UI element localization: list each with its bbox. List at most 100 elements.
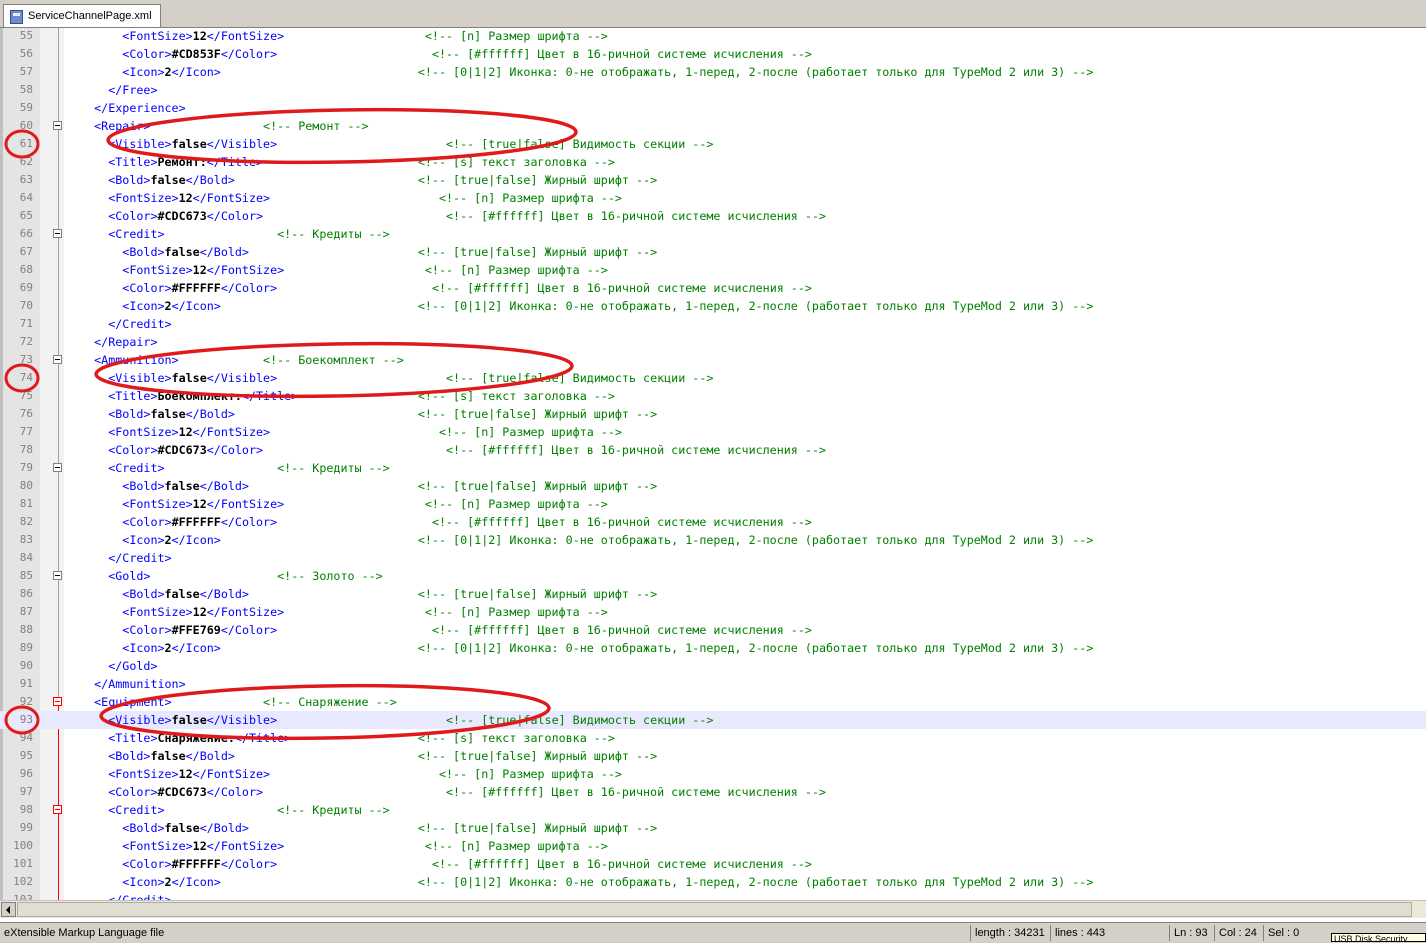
code-line[interactable]: 64 <FontSize>12</FontSize> <!-- [n] Разм…	[0, 189, 1426, 207]
code-line[interactable]: 90 </Gold>	[0, 657, 1426, 675]
line-number: 80	[19, 479, 33, 492]
xml-tag: </Bold>	[185, 407, 235, 421]
code-line[interactable]: 93 <Visible>false</Visible> <!-- [true|f…	[0, 711, 1426, 729]
code-line[interactable]: 76 <Bold>false</Bold> <!-- [true|false] …	[0, 405, 1426, 423]
xml-tag: <Color>	[66, 515, 172, 529]
code-line[interactable]: 95 <Bold>false</Bold> <!-- [true|false] …	[0, 747, 1426, 765]
xml-value: false	[150, 173, 186, 187]
code-line[interactable]: 99 <Bold>false</Bold> <!-- [true|false] …	[0, 819, 1426, 837]
scroll-thumb[interactable]	[17, 902, 1412, 917]
code-line[interactable]: 98 <Credit> <!-- Кредиты -->	[0, 801, 1426, 819]
xml-comment: <!-- [0|1|2] Иконка: 0-не отображать, 1-…	[417, 65, 1094, 79]
fold-toggle-icon[interactable]	[53, 571, 62, 580]
code-text: <Bold>false</Bold> <!-- [true|false] Жир…	[66, 243, 657, 261]
code-line[interactable]: 100 <FontSize>12</FontSize> <!-- [n] Раз…	[0, 837, 1426, 855]
tray-tooltip: USB Disk Security	[1331, 933, 1426, 942]
code-line[interactable]: 69 <Color>#FFFFFF</Color> <!-- [#ffffff]…	[0, 279, 1426, 297]
xml-value: false	[164, 821, 200, 835]
xml-comment: <!-- Снаряжение -->	[263, 695, 397, 709]
code-line[interactable]: 65 <Color>#CDC673</Color> <!-- [#ffffff]…	[0, 207, 1426, 225]
xml-comment: <!-- [#ffffff] Цвет в 16-ричной системе …	[446, 443, 826, 457]
code-line[interactable]: 89 <Icon>2</Icon> <!-- [0|1|2] Иконка: 0…	[0, 639, 1426, 657]
line-number: 72	[19, 335, 33, 348]
fold-toggle-icon[interactable]	[53, 355, 62, 364]
xml-value: Ремонт:	[157, 155, 207, 169]
xml-value: false	[164, 587, 200, 601]
code-editor[interactable]: 55 <FontSize>12</FontSize> <!-- [n] Разм…	[0, 28, 1426, 900]
code-line[interactable]: 70 <Icon>2</Icon> <!-- [0|1|2] Иконка: 0…	[0, 297, 1426, 315]
line-number: 63	[19, 173, 33, 186]
code-line[interactable]: 84 </Credit>	[0, 549, 1426, 567]
xml-value: #FFFFFF	[171, 857, 221, 871]
line-number: 74	[19, 371, 33, 384]
code-line[interactable]: 81 <FontSize>12</FontSize> <!-- [n] Разм…	[0, 495, 1426, 513]
code-line[interactable]: 79 <Credit> <!-- Кредиты -->	[0, 459, 1426, 477]
xml-tag: <Credit>	[66, 461, 165, 475]
code-text: <Visible>false</Visible> <!-- [true|fals…	[66, 135, 713, 153]
code-line[interactable]: 56 <Color>#CD853F</Color> <!-- [#ffffff]…	[0, 45, 1426, 63]
xml-comment: <!-- Кредиты -->	[277, 803, 390, 817]
fold-toggle-icon[interactable]	[53, 805, 62, 814]
status-length: length : 34231	[970, 925, 1051, 941]
code-line[interactable]: 57 <Icon>2</Icon> <!-- [0|1|2] Иконка: 0…	[0, 63, 1426, 81]
code-line[interactable]: 74 <Visible>false</Visible> <!-- [true|f…	[0, 369, 1426, 387]
code-line[interactable]: 102 <Icon>2</Icon> <!-- [0|1|2] Иконка: …	[0, 873, 1426, 891]
xml-comment: <!-- [true|false] Видимость секции -->	[446, 137, 714, 151]
code-line[interactable]: 77 <FontSize>12</FontSize> <!-- [n] Разм…	[0, 423, 1426, 441]
code-line[interactable]: 94 <Title>Снаряжение:</Title> <!-- [s] т…	[0, 729, 1426, 747]
fold-toggle-icon[interactable]	[53, 121, 62, 130]
code-line[interactable]: 78 <Color>#CDC673</Color> <!-- [#ffffff]…	[0, 441, 1426, 459]
fold-toggle-icon[interactable]	[53, 229, 62, 238]
code-line[interactable]: 87 <FontSize>12</FontSize> <!-- [n] Разм…	[0, 603, 1426, 621]
horizontal-scrollbar[interactable]	[0, 900, 1426, 918]
code-text: <FontSize>12</FontSize> <!-- [n] Размер …	[66, 765, 622, 783]
code-line[interactable]: 88 <Color>#FFE769</Color> <!-- [#ffffff]…	[0, 621, 1426, 639]
xml-value: 2	[164, 641, 172, 655]
code-line[interactable]: 63 <Bold>false</Bold> <!-- [true|false] …	[0, 171, 1426, 189]
xml-tag: <Gold>	[66, 569, 151, 583]
code-line[interactable]: 96 <FontSize>12</FontSize> <!-- [n] Разм…	[0, 765, 1426, 783]
code-line[interactable]: 85 <Gold> <!-- Золото -->	[0, 567, 1426, 585]
code-line[interactable]: 60 <Repair> <!-- Ремонт -->	[0, 117, 1426, 135]
code-line[interactable]: 71 </Credit>	[0, 315, 1426, 333]
code-line[interactable]: 86 <Bold>false</Bold> <!-- [true|false] …	[0, 585, 1426, 603]
code-line[interactable]: 92 <Equipment> <!-- Снаряжение -->	[0, 693, 1426, 711]
code-line[interactable]: 97 <Color>#CDC673</Color> <!-- [#ffffff]…	[0, 783, 1426, 801]
code-line[interactable]: 62 <Title>Ремонт:</Title> <!-- [s] текст…	[0, 153, 1426, 171]
code-text: <Icon>2</Icon> <!-- [0|1|2] Иконка: 0-не…	[66, 873, 1093, 891]
code-line[interactable]: 59 </Experience>	[0, 99, 1426, 117]
code-line[interactable]: 55 <FontSize>12</FontSize> <!-- [n] Разм…	[0, 28, 1426, 45]
xml-value: Боекомплект:	[157, 389, 242, 403]
code-line[interactable]: 67 <Bold>false</Bold> <!-- [true|false] …	[0, 243, 1426, 261]
code-text: <FontSize>12</FontSize> <!-- [n] Размер …	[66, 28, 608, 45]
code-line[interactable]: 75 <Title>Боекомплект:</Title> <!-- [s] …	[0, 387, 1426, 405]
code-line[interactable]: 68 <FontSize>12</FontSize> <!-- [n] Разм…	[0, 261, 1426, 279]
code-line[interactable]: 101 <Color>#FFFFFF</Color> <!-- [#ffffff…	[0, 855, 1426, 873]
xml-value: false	[171, 713, 207, 727]
code-line[interactable]: 80 <Bold>false</Bold> <!-- [true|false] …	[0, 477, 1426, 495]
code-line[interactable]: 58 </Free>	[0, 81, 1426, 99]
code-line[interactable]: 82 <Color>#FFFFFF</Color> <!-- [#ffffff]…	[0, 513, 1426, 531]
scroll-left-arrow-icon[interactable]	[1, 902, 16, 917]
fold-toggle-icon[interactable]	[53, 463, 62, 472]
xml-comment: <!-- [true|false] Жирный шрифт -->	[417, 245, 658, 259]
code-line[interactable]: 61 <Visible>false</Visible> <!-- [true|f…	[0, 135, 1426, 153]
fold-toggle-icon[interactable]	[53, 697, 62, 706]
code-line[interactable]: 73 <Ammunition> <!-- Боекомплект -->	[0, 351, 1426, 369]
code-line[interactable]: 72 </Repair>	[0, 333, 1426, 351]
line-number: 92	[19, 695, 33, 708]
code-line[interactable]: 66 <Credit> <!-- Кредиты -->	[0, 225, 1426, 243]
code-line[interactable]: 83 <Icon>2</Icon> <!-- [0|1|2] Иконка: 0…	[0, 531, 1426, 549]
code-line[interactable]: 91 </Ammunition>	[0, 675, 1426, 693]
file-tab[interactable]: ServiceChannelPage.xml	[3, 4, 161, 27]
xml-tag: </Repair>	[66, 335, 158, 349]
xml-tag: <Color>	[66, 209, 158, 223]
xml-value: 12	[192, 263, 207, 277]
xml-tag: </Color>	[220, 857, 278, 871]
code-line[interactable]: 103 </Credit>	[0, 891, 1426, 900]
